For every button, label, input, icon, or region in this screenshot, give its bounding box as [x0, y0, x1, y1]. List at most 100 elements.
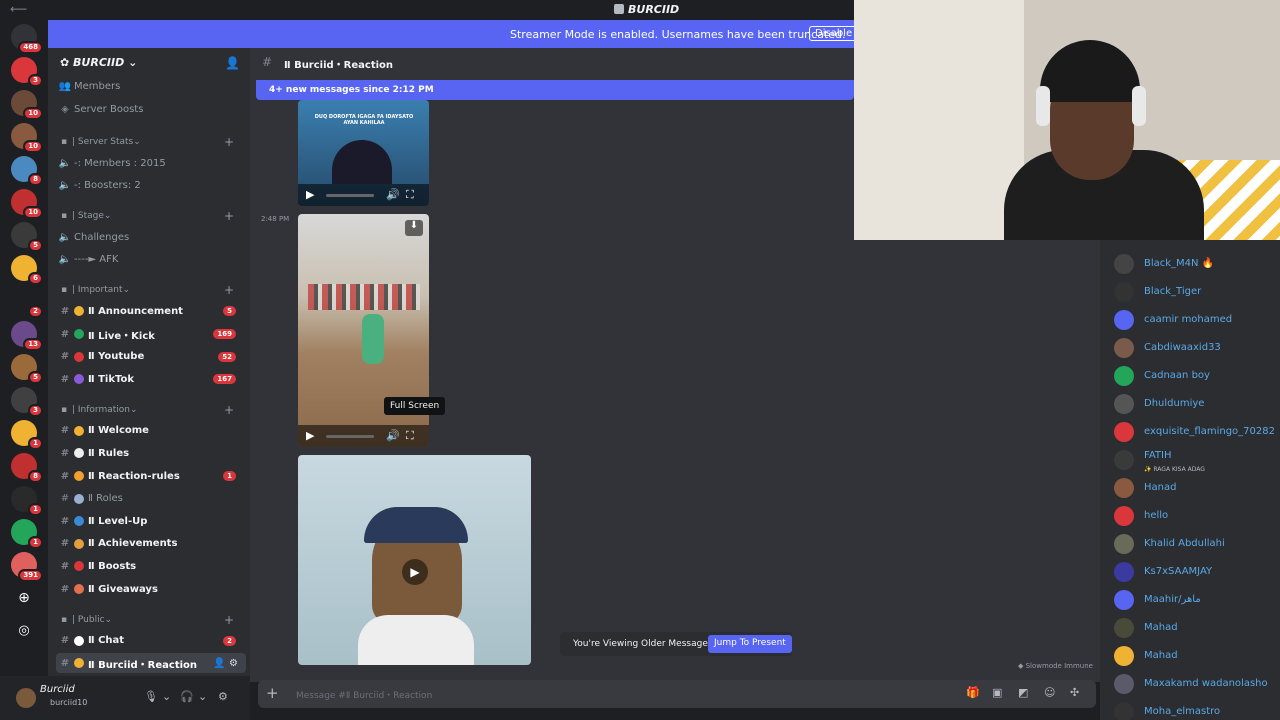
- add-channel-icon[interactable]: +: [224, 283, 234, 297]
- gear-icon[interactable]: ⚙: [218, 690, 228, 703]
- volume-icon[interactable]: 🔊: [386, 188, 400, 201]
- member-item[interactable]: Maahir/ماهر: [1114, 588, 1274, 610]
- chevron-down-icon[interactable]: ⌄: [162, 690, 171, 703]
- sidebar-item-server-boosts[interactable]: ◈ Server Boosts: [56, 99, 246, 119]
- server-name[interactable]: ✿ BURCIID ⌄: [60, 56, 137, 69]
- add-channel-icon[interactable]: +: [224, 135, 234, 149]
- server-icon[interactable]: 1: [11, 486, 43, 516]
- plus-icon[interactable]: +: [266, 684, 279, 702]
- video-progress-bar[interactable]: [326, 194, 374, 197]
- member-item[interactable]: Dhuldumiye: [1114, 392, 1274, 414]
- member-item[interactable]: Ks7xSAAMJAY: [1114, 560, 1274, 582]
- play-icon[interactable]: ▶: [306, 429, 314, 442]
- channel-category[interactable]: ▪ | Important ⌄ +: [56, 282, 246, 298]
- add-server-icon[interactable]: ⊕: [11, 585, 37, 611]
- channel-item[interactable]: # Ⅱ Live・Kick 169: [56, 324, 246, 344]
- member-item[interactable]: Moha_elmastro: [1114, 700, 1274, 720]
- channel-item[interactable]: # Ⅱ Level-Up: [56, 511, 246, 531]
- channel-category[interactable]: ▪ | Public ⌄ +: [56, 612, 246, 628]
- channel-category[interactable]: ▪ | Stage ⌄ +: [56, 208, 246, 224]
- add-channel-icon[interactable]: +: [224, 209, 234, 223]
- channel-item[interactable]: # Ⅱ Chat 2: [56, 631, 246, 651]
- chevron-down-icon[interactable]: ⌄: [198, 690, 207, 703]
- server-icon[interactable]: 6: [11, 255, 43, 285]
- member-item[interactable]: Hanad: [1114, 476, 1274, 498]
- play-icon[interactable]: ▶: [306, 188, 314, 201]
- new-messages-bar[interactable]: 4+ new messages since 2:12 PM: [256, 80, 854, 100]
- member-item[interactable]: Black_Tiger: [1114, 280, 1274, 302]
- channel-settings-icon[interactable]: 👤 ⚙: [213, 658, 238, 669]
- headphones-icon[interactable]: 🎧: [180, 690, 194, 703]
- channel-item[interactable]: # Ⅱ Reaction-rules 1: [56, 466, 246, 486]
- server-icon[interactable]: 2: [11, 288, 43, 318]
- apps-icon[interactable]: ✣: [1070, 686, 1079, 699]
- add-channel-icon[interactable]: +: [224, 613, 234, 627]
- server-icon[interactable]: 3: [11, 387, 43, 417]
- server-icon[interactable]: 8: [11, 156, 43, 186]
- fullscreen-icon[interactable]: ⛶: [406, 188, 414, 202]
- channel-emoji-icon: [74, 425, 84, 436]
- member-item[interactable]: Maxakamd wadanolasho: [1114, 672, 1274, 694]
- server-header[interactable]: ✿ BURCIID ⌄ 👤: [48, 48, 250, 76]
- download-icon[interactable]: ⬇: [405, 220, 423, 236]
- channel-item[interactable]: 🔈 ----► AFK: [56, 250, 246, 270]
- server-icon[interactable]: 3: [11, 57, 43, 87]
- gif-icon[interactable]: ▣: [992, 686, 1002, 699]
- channel-item[interactable]: # Ⅱ Announcement 5: [56, 301, 246, 321]
- member-item[interactable]: hello: [1114, 504, 1274, 526]
- channel-item[interactable]: # Ⅱ Giveaways: [56, 579, 246, 599]
- channel-item[interactable]: 🔈 -: Boosters: 2: [56, 176, 246, 196]
- play-icon[interactable]: ▶: [402, 559, 428, 585]
- video-progress-bar[interactable]: [326, 435, 374, 438]
- member-item[interactable]: exquisite_flamingo_70282: [1114, 420, 1275, 442]
- channel-item[interactable]: 🔈 Challenges: [56, 227, 246, 247]
- channel-item[interactable]: 🔈 -: Members : 2015: [56, 153, 246, 173]
- server-icon[interactable]: 1: [11, 519, 43, 549]
- server-icon[interactable]: 10: [11, 189, 43, 219]
- server-icon[interactable]: 13: [11, 321, 43, 351]
- emoji-icon[interactable]: ☺: [1044, 686, 1055, 699]
- fullscreen-icon[interactable]: ⛶: [406, 429, 414, 443]
- video-attachment[interactable]: ▶: [298, 455, 531, 665]
- member-item[interactable]: Mahad: [1114, 644, 1274, 666]
- server-icon[interactable]: 391: [11, 552, 43, 582]
- channel-item[interactable]: # Ⅱ Boosts: [56, 556, 246, 576]
- server-icon[interactable]: 1: [11, 420, 43, 450]
- sidebar-item-members[interactable]: 👥 Members: [56, 76, 246, 96]
- channel-item[interactable]: # Ⅱ Achievements: [56, 534, 246, 554]
- message-input[interactable]: Message #Ⅱ Burciid・Reaction: [296, 688, 432, 701]
- member-item[interactable]: Khalid Abdullahi: [1114, 532, 1274, 554]
- discover-icon[interactable]: ◎: [11, 618, 37, 644]
- member-item[interactable]: Cabdiwaaxid33: [1114, 336, 1274, 358]
- sticker-icon[interactable]: ◩: [1018, 686, 1028, 699]
- back-arrow-icon[interactable]: ⟵: [10, 2, 27, 16]
- microphone-icon[interactable]: 🎙: [144, 690, 158, 703]
- disable-streamer-mode-button[interactable]: Disable: [809, 26, 859, 41]
- channel-category[interactable]: ▪ | Server Stats ⌄ +: [56, 134, 246, 150]
- jump-to-present-button[interactable]: Jump To Present: [708, 635, 792, 653]
- channel-item[interactable]: # Ⅱ Welcome: [56, 421, 246, 441]
- member-item[interactable]: Mahad: [1114, 616, 1274, 638]
- gift-icon[interactable]: 🎁: [966, 686, 980, 699]
- video-attachment[interactable]: DUQ DOROFTA IGAGA FA IDAYSATO AYAN KAHIL…: [298, 100, 429, 206]
- add-channel-icon[interactable]: +: [224, 403, 234, 417]
- member-item[interactable]: caamir mohamed: [1114, 308, 1274, 330]
- channel-item[interactable]: # Ⅱ Roles: [56, 489, 246, 509]
- volume-icon[interactable]: 🔊: [386, 429, 400, 442]
- member-item[interactable]: Black_M4N 🔥: [1114, 252, 1274, 274]
- channel-item[interactable]: # Ⅱ Youtube 52: [56, 347, 246, 367]
- avatar[interactable]: [16, 688, 36, 708]
- channel-item[interactable]: # Ⅱ Burciid・Reaction 👤 ⚙: [56, 653, 246, 674]
- member-item[interactable]: FATIH ✨ RAGA KISA ADAG: [1114, 448, 1274, 473]
- server-icon[interactable]: 5: [11, 222, 43, 252]
- member-item[interactable]: Cadnaan boy: [1114, 364, 1274, 386]
- server-icon[interactable]: 8: [11, 453, 43, 483]
- channel-item[interactable]: # Ⅱ TikTok 167: [56, 369, 246, 389]
- server-icon[interactable]: 5: [11, 354, 43, 384]
- channel-item[interactable]: # Ⅱ Rules: [56, 443, 246, 463]
- server-icon[interactable]: 10: [11, 90, 43, 120]
- channel-category[interactable]: ▪ | Information ⌄ +: [56, 402, 246, 418]
- server-icon[interactable]: 468: [11, 24, 43, 54]
- add-member-icon[interactable]: 👤: [225, 56, 240, 70]
- server-icon[interactable]: 10: [11, 123, 43, 153]
